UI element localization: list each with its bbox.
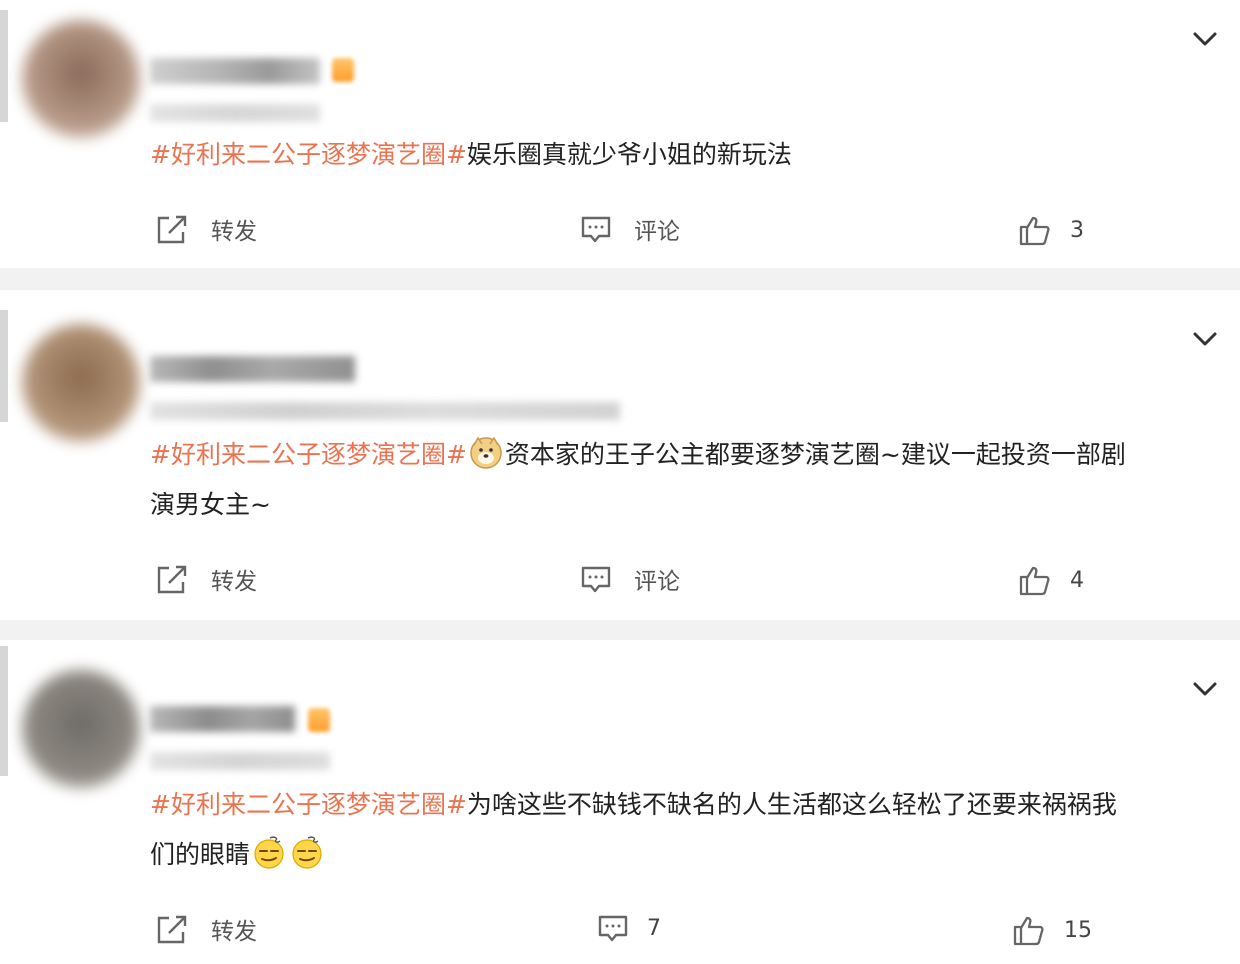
- like-count: 4: [1070, 567, 1084, 593]
- separator: [0, 620, 1240, 640]
- thumbs-up-icon: [1019, 216, 1050, 246]
- timestamp-blurred: [150, 402, 620, 420]
- comment-button[interactable]: 评论: [580, 562, 680, 596]
- member-badge-icon: [308, 708, 330, 732]
- comment-body-continued: 们的眼睛: [150, 840, 251, 869]
- comment-label: 评论: [634, 219, 680, 245]
- hashtag-link[interactable]: #好利来二公子逐梦演艺圈#: [150, 790, 467, 819]
- like-count: 15: [1064, 917, 1092, 943]
- doge-emoji: [470, 436, 502, 469]
- comment-text: #好利来二公子逐梦演艺圈#为啥这些不缺钱不缺名的人生活都这么轻松了还要来祸祸我 …: [150, 780, 1225, 880]
- comment-icon: [598, 915, 628, 942]
- like-button[interactable]: 4: [1018, 564, 1084, 596]
- like-button[interactable]: 15: [1012, 914, 1092, 946]
- comment-text: #好利来二公子逐梦演艺圈#娱乐圈真就少爷小姐的新玩法: [150, 130, 1225, 180]
- hashtag-link[interactable]: #好利来二公子逐梦演艺圈#: [150, 140, 467, 169]
- hashtag-link[interactable]: #好利来二公子逐梦演艺圈#: [150, 440, 467, 469]
- comment-card-2: #好利来二公子逐梦演艺圈# 资本家的王子公主都要逐梦演艺圈~建议一起投资一部剧 演…: [0, 290, 1240, 620]
- forward-button[interactable]: 转发: [155, 212, 257, 246]
- forward-button[interactable]: 转发: [155, 912, 257, 946]
- avatar[interactable]: [22, 324, 140, 442]
- comment-count: 7: [647, 915, 661, 941]
- timestamp-blurred: [150, 752, 330, 770]
- comment-text: #好利来二公子逐梦演艺圈# 资本家的王子公主都要逐梦演艺圈~建议一起投资一部剧 演…: [150, 430, 1225, 530]
- separator: [0, 268, 1240, 290]
- comment-body: 为啥这些不缺钱不缺名的人生活都这么轻松了还要来祸祸我: [466, 790, 1117, 819]
- forward-icon: [157, 565, 187, 594]
- username-blurred[interactable]: [150, 58, 320, 84]
- comment-icon: [581, 566, 611, 593]
- forward-button[interactable]: 转发: [155, 562, 257, 596]
- left-accent-bar: [0, 310, 8, 422]
- like-button[interactable]: 3: [1018, 214, 1084, 246]
- forward-label: 转发: [211, 919, 257, 945]
- comment-body: 资本家的王子公主都要逐梦演艺圈~建议一起投资一部剧: [504, 440, 1126, 469]
- forward-label: 转发: [211, 569, 257, 595]
- comment-button[interactable]: 7: [597, 912, 661, 944]
- left-accent-bar: [0, 10, 8, 122]
- chevron-down-icon[interactable]: [1192, 30, 1218, 48]
- timestamp-blurred: [150, 104, 320, 122]
- dizzy-face-emoji: [254, 836, 284, 869]
- username-blurred[interactable]: [150, 706, 295, 732]
- comment-body: 娱乐圈真就少爷小姐的新玩法: [466, 140, 792, 169]
- avatar[interactable]: [22, 670, 140, 788]
- comment-icon: [581, 216, 611, 243]
- comment-card-1: #好利来二公子逐梦演艺圈#娱乐圈真就少爷小姐的新玩法 转发 评论 3: [0, 0, 1240, 268]
- forward-icon: [157, 215, 187, 244]
- comment-body-continued: 演男女主~: [150, 490, 271, 519]
- comment-card-3: #好利来二公子逐梦演艺圈#为啥这些不缺钱不缺名的人生活都这么轻松了还要来祸祸我 …: [0, 640, 1240, 964]
- forward-icon: [157, 915, 187, 944]
- chevron-down-icon[interactable]: [1192, 680, 1218, 698]
- like-count: 3: [1070, 217, 1084, 243]
- comment-label: 评论: [634, 569, 680, 595]
- chevron-down-icon[interactable]: [1192, 330, 1218, 348]
- comment-button[interactable]: 评论: [580, 212, 680, 246]
- avatar[interactable]: [22, 20, 140, 138]
- thumbs-up-icon: [1019, 566, 1050, 596]
- left-accent-bar: [0, 646, 8, 776]
- member-badge-icon: [332, 58, 354, 82]
- thumbs-up-icon: [1013, 916, 1044, 946]
- forward-label: 转发: [211, 219, 257, 245]
- username-blurred[interactable]: [150, 356, 355, 382]
- dizzy-face-emoji: [292, 836, 322, 869]
